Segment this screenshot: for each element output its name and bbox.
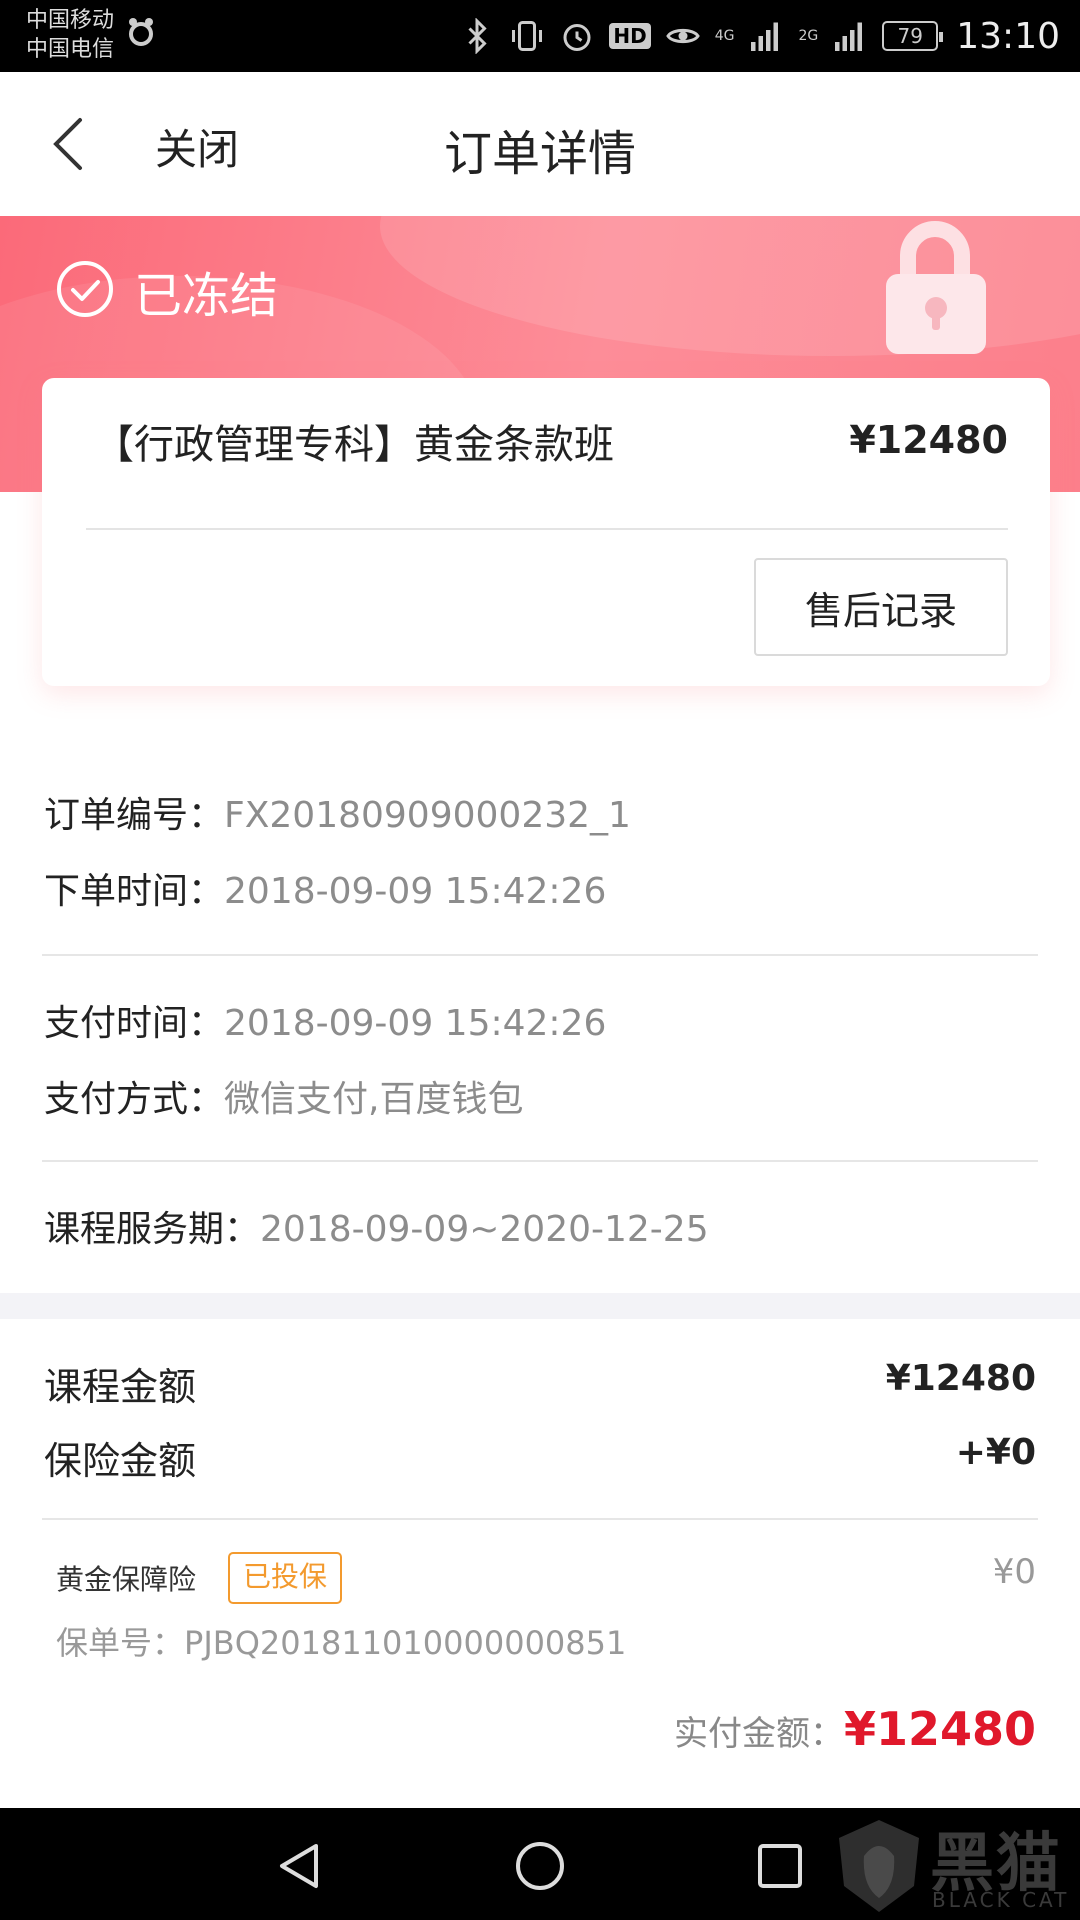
after-sale-records-button[interactable]: 售后记录: [754, 558, 1008, 656]
product-price: ¥12480: [849, 418, 1008, 462]
service-period-row: 课程服务期：2018-09-09~2020-12-25: [44, 1200, 709, 1252]
signal-icon: [835, 22, 863, 51]
order-status-label: 已冻结: [134, 268, 279, 324]
order-time-label: 下单时间：: [44, 871, 225, 912]
vibrate-icon: [512, 21, 543, 51]
policy-number-label: 保单号：: [56, 1624, 185, 1662]
divider: [42, 954, 1038, 956]
order-time-row: 下单时间：2018-09-09 15:42:26: [44, 862, 606, 914]
status-icons: HD 4G 2G 79 13:10: [459, 0, 1060, 72]
pay-method-value: 微信支付,百度钱包: [224, 1079, 524, 1120]
network-type-1: 4G: [714, 28, 735, 44]
divider: [42, 1518, 1038, 1520]
alarm-clock-icon: [129, 18, 153, 46]
pay-method-label: 支付方式：: [44, 1079, 225, 1120]
carrier-info: 中国移动 中国电信: [26, 6, 114, 64]
clock: 13:10: [956, 15, 1060, 57]
section-separator: [0, 1293, 1080, 1319]
policy-number-value: PJBQ201811010000000851: [184, 1624, 627, 1662]
watermark: 黑猫 BLACK CAT: [820, 1808, 1080, 1920]
network-type-2: 2G: [798, 28, 819, 44]
order-time-value: 2018-09-09 15:42:26: [224, 871, 607, 912]
watermark-subtext: BLACK CAT: [932, 1888, 1070, 1912]
order-number-label: 订单编号：: [44, 795, 225, 836]
paid-amount-row: 实付金额：¥12480: [674, 1702, 1036, 1756]
page-title: 订单详情: [443, 126, 636, 182]
product-card: 【行政管理专科】黄金条款班 ¥12480 售后记录: [42, 378, 1050, 686]
status-bar: 中国移动 中国电信 HD 4G 2G 79 13:10: [0, 0, 1080, 72]
carrier-2: 中国电信: [26, 37, 115, 62]
nav-recent-apps-icon[interactable]: [752, 1838, 808, 1894]
lock-icon: [886, 221, 986, 354]
divider: [86, 528, 1008, 530]
insured-status-badge: 已投保: [228, 1552, 342, 1604]
hd-badge: HD: [609, 23, 651, 49]
battery-level: 79: [897, 24, 923, 48]
policy-number-row: 保单号：PJBQ201811010000000851: [56, 1618, 626, 1664]
pay-time-value: 2018-09-09 15:42:26: [224, 1003, 607, 1044]
service-period-value: 2018-09-09~2020-12-25: [260, 1209, 709, 1250]
order-number-value: FX20180909000232_1: [224, 795, 631, 836]
service-period-label: 课程服务期：: [44, 1209, 261, 1250]
eye-comfort-icon: [665, 28, 700, 44]
insurance-item-value: ¥0: [992, 1552, 1036, 1592]
cat-logo-icon: [839, 1820, 919, 1912]
carrier-1: 中国移动: [26, 8, 115, 33]
nav-header: 关闭 订单详情: [0, 72, 1080, 216]
bluetooth-icon: [468, 18, 487, 54]
battery-icon: 79: [882, 21, 944, 51]
product-name: 【行政管理专科】黄金条款班: [94, 422, 614, 468]
pay-time-label: 支付时间：: [44, 1003, 225, 1044]
check-circle-icon: [57, 261, 113, 317]
system-nav-bar: 黑猫 BLACK CAT: [0, 1808, 1080, 1920]
course-amount-label: 课程金额: [44, 1365, 197, 1409]
insurance-amount-label: 保险金额: [44, 1439, 197, 1483]
insurance-name: 黄金保障险: [56, 1563, 197, 1596]
divider: [42, 1160, 1038, 1162]
nav-back-icon[interactable]: [272, 1838, 328, 1894]
paid-amount-label: 实付金额：: [673, 1714, 844, 1754]
pay-method-row: 支付方式：微信支付,百度钱包: [44, 1070, 523, 1122]
nav-home-icon[interactable]: [512, 1838, 568, 1894]
order-number-row: 订单编号：FX20180909000232_1: [44, 786, 631, 838]
insurance-amount-value: +¥0: [955, 1432, 1036, 1473]
alarm-icon: [563, 24, 591, 51]
paid-amount-value: ¥12480: [843, 1702, 1036, 1756]
signal-icon: [751, 22, 779, 51]
pay-time-row: 支付时间：2018-09-09 15:42:26: [44, 994, 606, 1046]
course-amount-value: ¥12480: [885, 1358, 1036, 1399]
